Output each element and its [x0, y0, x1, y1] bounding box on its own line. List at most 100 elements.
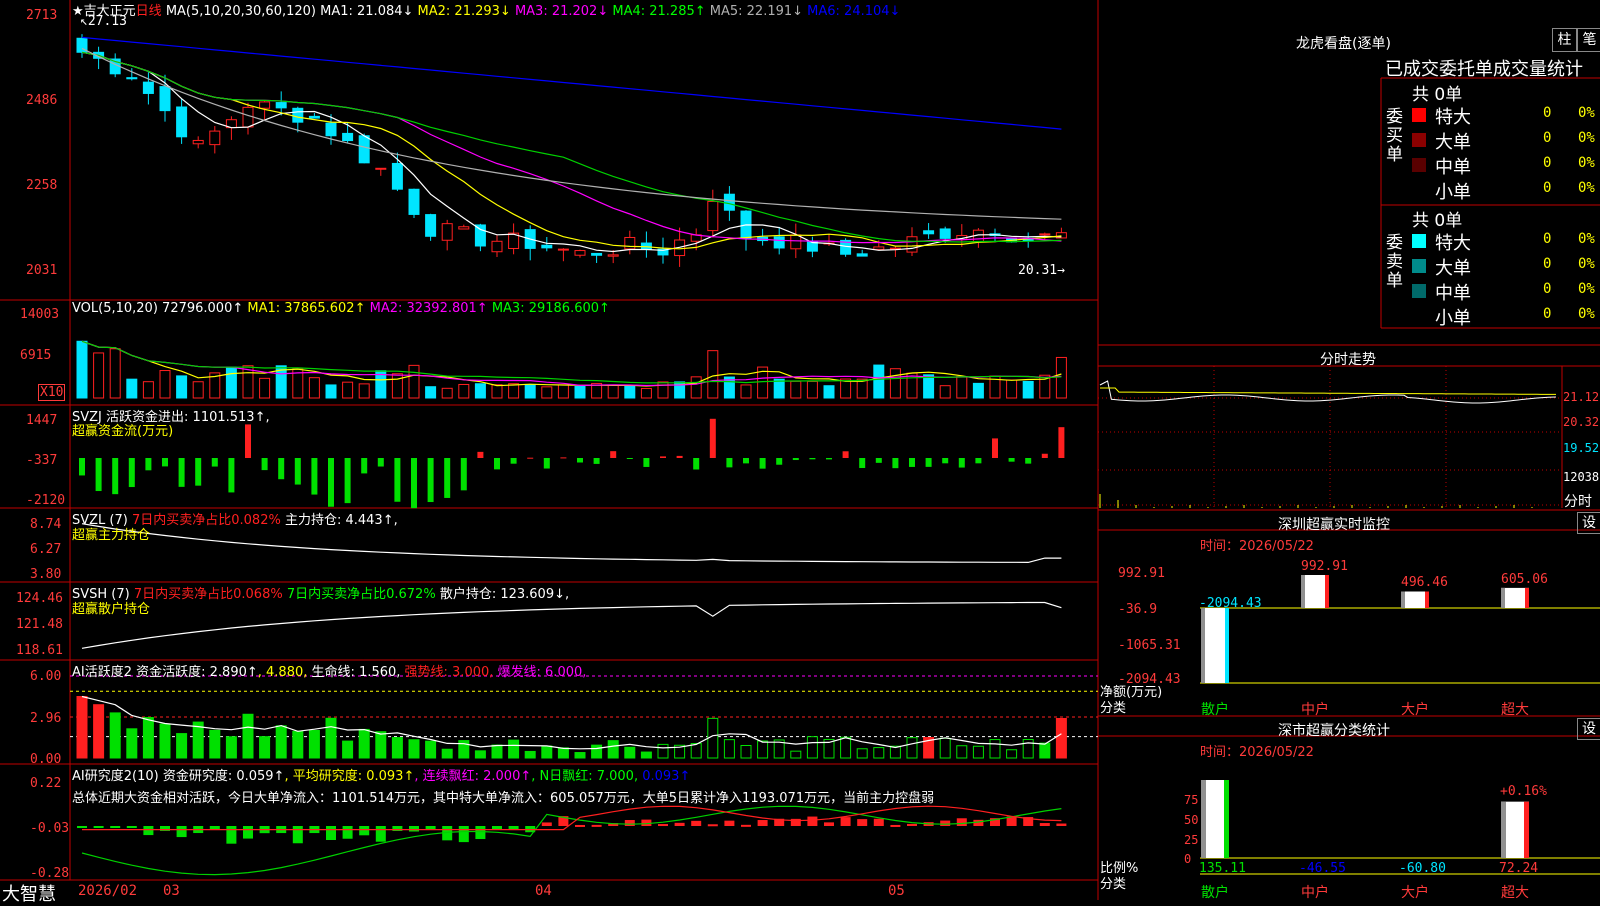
title-segment: 7日内买卖净占比0.068% [133, 587, 283, 602]
fund-flow-bar [411, 458, 417, 509]
y-tick-label: 2.96 [30, 711, 62, 726]
fund-flow-bar [527, 457, 534, 459]
candle-body [723, 193, 735, 211]
svzl-subtitle: 超赢主力持仓 [72, 528, 151, 543]
order-percent: 0% [1578, 256, 1595, 272]
ai-research-bar [292, 826, 303, 844]
fund-flow-bar [809, 458, 816, 460]
order-size-label: 大单 [1435, 132, 1471, 153]
fund-flow-bar [328, 458, 334, 507]
volume-bar [740, 384, 752, 399]
volume-bar [806, 380, 818, 399]
trading-terminal: ★吉大正元日线 MA(5,10,20,30,60,120) MA1: 21.08… [0, 0, 1600, 905]
fund-flow-bars [79, 418, 1065, 509]
sz-class-settings-button[interactable]: 设 [1577, 718, 1600, 740]
ai-active-bar [375, 731, 387, 759]
ai-research-bar [326, 826, 336, 841]
fund-flow-bar [1058, 427, 1065, 458]
tab-tick-view[interactable]: 笔 [1577, 28, 1600, 52]
title-segment: 主力持仓: 4.443↑ [280, 513, 394, 528]
volume-bar [491, 384, 503, 399]
title-segment: 生命线: 1.560, [307, 665, 401, 680]
fund-flow-bar [660, 456, 666, 458]
tab-bar-view[interactable]: 柱 [1552, 28, 1577, 52]
fund-flow-bar [162, 458, 168, 467]
fund-flow-bar [992, 438, 998, 458]
title-segment: MA5: 22.191↓ [705, 4, 804, 19]
sz-class-note: +0.16% [1500, 784, 1547, 799]
order-total: 共 0单 [1412, 85, 1463, 105]
ai-research-bar [707, 824, 718, 827]
candle-body [441, 223, 453, 241]
candle-body [574, 250, 586, 256]
ai-research-bar [176, 826, 187, 838]
title-segment: , 4.880, [257, 665, 308, 680]
ai-active-bar [408, 739, 420, 759]
ai-active-bar [292, 730, 304, 759]
title-segment: MA1: 21.084↓ [320, 4, 414, 19]
sz-class-value-label: -60.80 [1399, 861, 1446, 876]
order-size-label: 特大 [1435, 107, 1471, 128]
ai-active-bar [657, 743, 669, 759]
volume-bar [972, 382, 984, 399]
volume-bar [657, 381, 669, 399]
volume-bar [259, 377, 271, 399]
ma60-line [81, 47, 1062, 220]
volume-bars [76, 340, 1067, 399]
volume-bar [176, 375, 188, 399]
order-count: 0 [1543, 105, 1552, 121]
fund-flow-bar [195, 458, 202, 486]
candle-body [624, 236, 636, 250]
fund-flow-bar [95, 458, 102, 492]
fund-flow-bar [178, 458, 185, 487]
y-tick-label: 8.74 [30, 517, 62, 532]
sz-monitor-bar-edge [1425, 591, 1429, 608]
intraday-title: 分时走势 [1320, 352, 1376, 368]
intraday-tab[interactable]: 分时 [1564, 491, 1592, 511]
fund-flow-bar [958, 458, 965, 468]
candle-body [790, 234, 802, 250]
candle-body [192, 139, 204, 145]
fund-flow-bar [294, 458, 301, 485]
ai-active-bar [225, 736, 237, 759]
ai-active-bar [491, 744, 503, 759]
title-segment: MA1: 37865.602↑ [243, 301, 366, 316]
intraday-y-label: 21.12 [1563, 390, 1600, 404]
chart-marks [70, 34, 1600, 876]
order-side-label: 委卖单 [1386, 233, 1403, 291]
ai-research-bar [226, 826, 237, 844]
ma120-line [81, 36, 1062, 130]
volume-title: VOL(5,10,20) 72796.000↑ MA1: 37865.602↑ … [72, 301, 610, 316]
candle-body [491, 240, 503, 253]
fund-flow-bar [112, 458, 119, 495]
ai-research-bar [458, 826, 469, 843]
candle-body [707, 200, 719, 232]
volume-bar [707, 350, 719, 399]
sz-monitor-bar-edge [1225, 608, 1229, 683]
sz-class-y-label: 75 [1184, 793, 1199, 807]
y-tick-label: 6.00 [30, 669, 62, 684]
title-segment: MA(5,10,20,30,60,120) [161, 4, 321, 19]
fund-flow-bar [892, 458, 899, 469]
legend-swatch [1412, 183, 1426, 197]
candle-body [607, 254, 619, 257]
ai-research-bar [1056, 823, 1067, 826]
sz-class-bar-shade [1201, 780, 1206, 858]
ai-research-title: AI研究度2(10) 资金研究度: 0.059↑, 平均研究度: 0.093↑,… [72, 765, 690, 784]
ai-active-bar [840, 736, 852, 759]
ai-research-bar [110, 826, 121, 828]
order-count: 0 [1543, 155, 1552, 171]
volume-bar [76, 340, 88, 399]
sz-monitor-settings-button[interactable]: 设 [1577, 512, 1600, 534]
legend-swatch [1412, 284, 1426, 298]
title-segment: MA2: 32392.801↑ [365, 301, 488, 316]
volume-bar [142, 381, 154, 399]
order-size-label: 小单 [1435, 182, 1471, 203]
ai-active-bar [574, 752, 586, 759]
dragon-header: 已成交委托单成交量统计 [1385, 59, 1583, 80]
volume-bar [906, 372, 918, 399]
sz-monitor-category: 大户 [1401, 702, 1429, 718]
ai-research-bar [342, 826, 353, 839]
ai-research-summary: 总体近期大资金相对活跃，今日大单净流入：1101.514万元，其中特大单净流入：… [72, 791, 935, 806]
ai-active-bar [342, 740, 354, 759]
